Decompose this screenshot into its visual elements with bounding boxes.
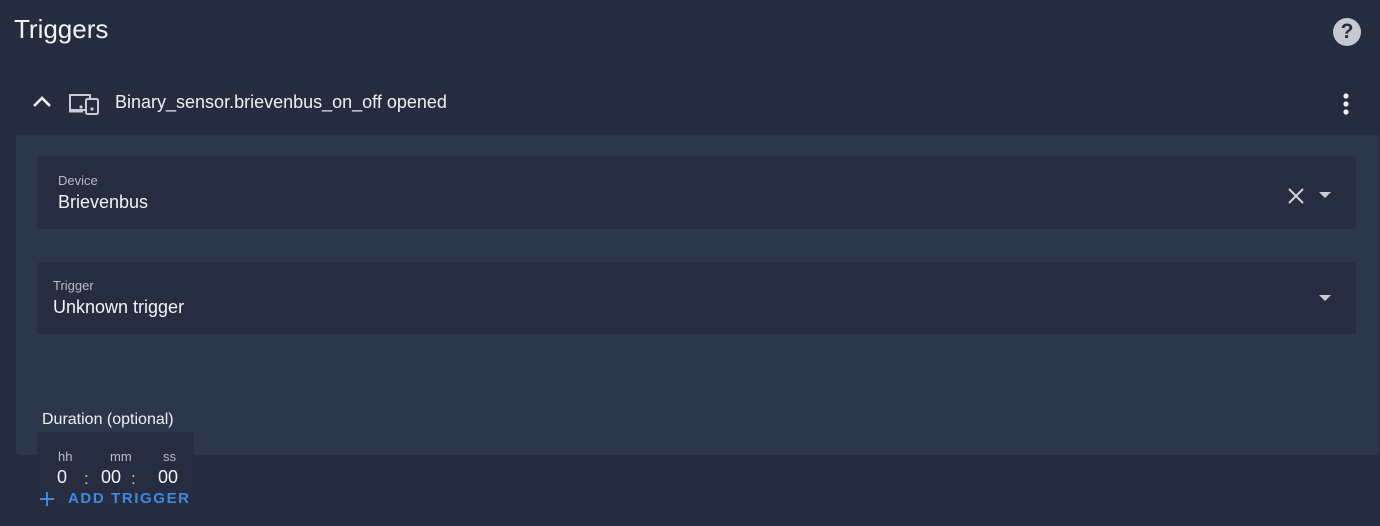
- trigger-card-body: Device Brievenbus Trigger Unknown trigge…: [16, 135, 1379, 504]
- devices-icon: [69, 94, 99, 115]
- seconds-unit-label: ss: [163, 449, 176, 464]
- duration-label: Duration (optional): [42, 411, 174, 428]
- device-picker[interactable]: Device Brievenbus: [37, 156, 1356, 229]
- close-icon[interactable]: [1287, 187, 1305, 205]
- trigger-type-picker[interactable]: Trigger Unknown trigger: [37, 262, 1356, 334]
- minutes-unit-label: mm: [110, 449, 132, 464]
- trigger-card: Binary_sensor.brievenbus_on_off opened D…: [16, 72, 1379, 504]
- automation-editor-page: Triggers ? Binary_sensor.brievenbus_on_o…: [0, 0, 1380, 526]
- duration-separator: :: [84, 469, 89, 488]
- menu-down-icon[interactable]: [1319, 192, 1331, 198]
- dots-vertical-icon[interactable]: [1334, 90, 1358, 118]
- add-trigger-label: ADD TRIGGER: [68, 490, 191, 507]
- add-trigger-button[interactable]: ADD TRIGGER: [40, 490, 191, 507]
- device-field-value: Brievenbus: [58, 192, 149, 212]
- device-field-label: Device: [58, 173, 98, 188]
- help-icon[interactable]: ?: [1333, 18, 1361, 46]
- plus-icon: [40, 491, 54, 506]
- hours-input[interactable]: 0: [57, 467, 67, 488]
- trigger-field-value: Unknown trigger: [53, 297, 185, 317]
- hours-unit-label: hh: [58, 449, 73, 464]
- menu-down-icon[interactable]: [1319, 295, 1331, 301]
- duration-separator: :: [131, 469, 136, 488]
- minutes-input[interactable]: 00: [101, 467, 121, 488]
- trigger-field-label: Trigger: [53, 278, 94, 293]
- trigger-title: Binary_sensor.brievenbus_on_off opened: [115, 92, 447, 112]
- section-title: Triggers: [14, 14, 109, 44]
- seconds-input[interactable]: 00: [158, 467, 178, 488]
- trigger-card-header[interactable]: Binary_sensor.brievenbus_on_off opened: [16, 72, 1379, 135]
- chevron-up-icon[interactable]: [32, 91, 52, 111]
